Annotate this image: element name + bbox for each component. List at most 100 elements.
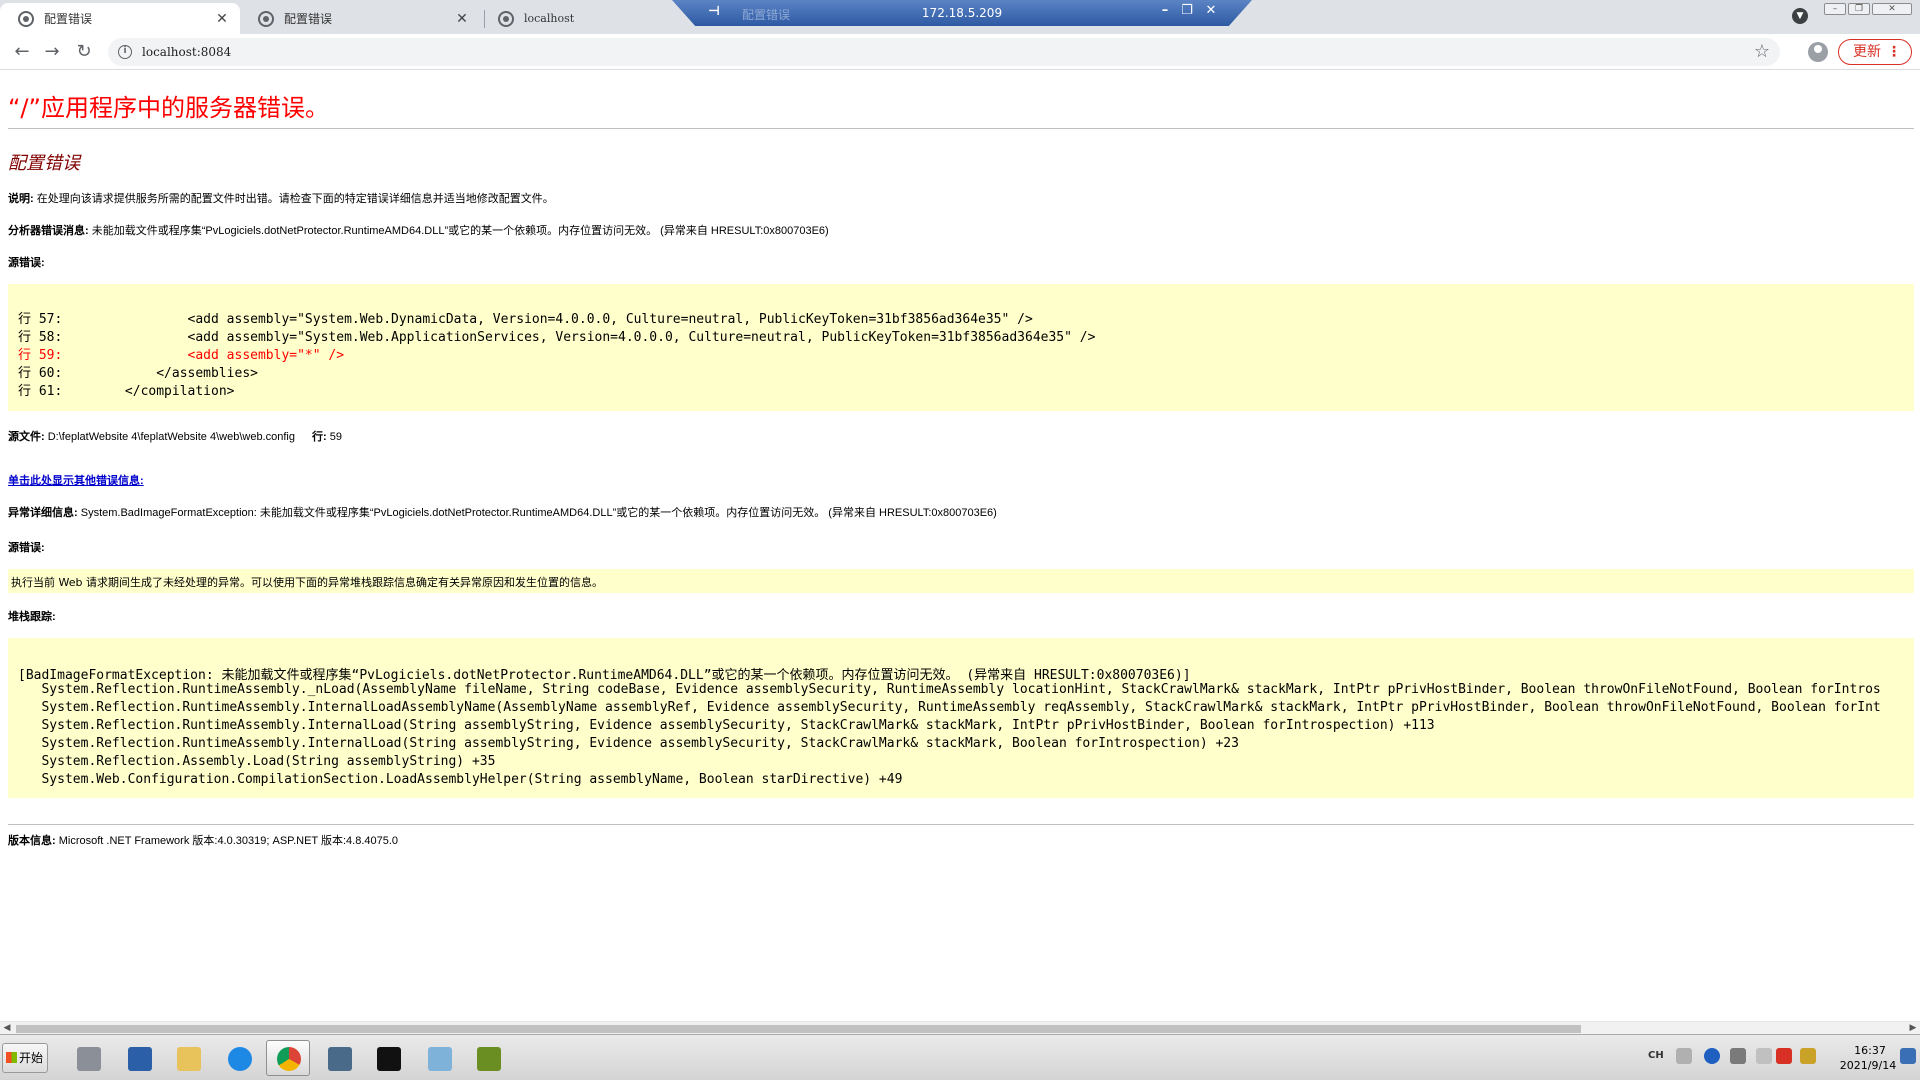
help-icon[interactable] [1704,1048,1720,1064]
line-number: 59 [329,431,343,443]
info-icon[interactable]: i [118,45,132,59]
input-language-indicator[interactable]: CH [1648,1050,1664,1061]
app-window-icon [328,1047,352,1071]
forward-icon[interactable]: → [40,40,64,64]
address-bar[interactable]: i localhost:8084 ☆ [108,38,1780,66]
exception-details-row: 异常详细信息: System.BadImageFormatException: … [8,504,997,520]
tab-search-icon[interactable]: ▼ [1792,8,1808,24]
taskbar-app[interactable] [317,1040,361,1076]
clock-time[interactable]: 16:37 [1840,1044,1900,1057]
tab-strip: 配置错误 ✕ 配置错误 ✕ localhost ⊣ 配置错误 172.18.5.… [0,0,1920,34]
stack-line: System.Reflection.RuntimeAssembly.Intern… [18,718,1435,733]
stack-trace-block: [BadImageFormatException: 未能加载文件或程序集“PvL… [8,638,1914,798]
menu-dots-icon: ⋮ [1887,44,1901,60]
restore-icon[interactable]: ❐ [1178,3,1196,18]
code-line: 行 57: <add assembly="System.Web.DynamicD… [18,312,1033,327]
tray-tool-icon[interactable] [1730,1048,1746,1064]
taskbar-app[interactable] [466,1040,510,1076]
divider [8,128,1914,129]
parser-message-row: 分析器错误消息: 未能加载文件或程序集“PvLogiciels.dotNetPr… [8,222,829,238]
stack-trace-label: 堆栈跟踪: [8,611,56,623]
taskbar-app[interactable] [217,1040,261,1076]
parser-message-text: 未能加载文件或程序集“PvLogiciels.dotNetProtector.R… [91,225,829,237]
taskbar-app[interactable] [66,1040,110,1076]
unhandled-exception-block: 执行当前 Web 请求期间生成了未经处理的异常。可以使用下面的异常堆栈跟踪信息确… [8,569,1914,593]
globe-icon [18,10,34,27]
version-info-label: 版本信息: [8,835,56,847]
address-url[interactable]: localhost:8084 [142,45,231,59]
reload-icon[interactable]: ↻ [72,40,96,64]
description-row: 说明: 在处理向该请求提供服务所需的配置文件时出错。请检查下面的特定错误详细信息… [8,190,554,206]
close-icon[interactable]: ✕ [1202,3,1220,18]
taskbar-app[interactable] [366,1040,410,1076]
stack-line: System.Reflection.Assembly.Load(String a… [18,754,496,769]
close-icon[interactable]: ✕ [454,11,470,27]
tab-title: 配置错误 [44,12,93,26]
code-line: 行 58: <add assembly="System.Web.Applicat… [18,330,1096,345]
chrome-icon [277,1047,301,1071]
stack-line: System.Reflection.RuntimeAssembly._nLoad… [18,682,1881,697]
command-prompt-icon [377,1047,401,1071]
windows-logo-icon [6,1052,17,1063]
parser-message-label: 分析器错误消息: [8,225,89,237]
network-app-icon [477,1047,501,1071]
tab-title: localhost [524,12,575,25]
scrollbar-thumb[interactable] [16,1025,1581,1033]
notepad-icon [428,1047,452,1071]
close-icon[interactable]: ✕ [214,11,230,27]
taskbar-app[interactable] [117,1040,161,1076]
browser-toolbar: ← → ↻ i localhost:8084 ☆ 更新 ⋮ [0,34,1920,70]
source-code-block: 行 57: <add assembly="System.Web.DynamicD… [8,284,1914,411]
globe-icon [498,10,514,27]
window-minimize-icon[interactable]: – [1824,3,1846,15]
divider [8,824,1914,825]
description-text: 在处理向该请求提供服务所需的配置文件时出错。请检查下面的特定错误详细信息并适当地… [36,193,554,205]
code-line: 行 61: </compilation> [18,384,235,399]
error-page: “/”应用程序中的服务器错误。 配置错误 说明: 在处理向该请求提供服务所需的配… [0,71,1920,1021]
show-more-error-link[interactable]: 单击此处显示其他错误信息: [8,472,144,488]
volume-icon[interactable] [1800,1048,1816,1064]
keyboard-icon[interactable] [1676,1048,1692,1064]
show-desktop-icon[interactable] [1900,1048,1916,1064]
globe-icon [258,10,274,27]
start-button[interactable]: 开始 [2,1043,48,1073]
window-close-icon[interactable]: ✕ [1872,3,1912,15]
exception-details-text: System.BadImageFormatException: 未能加载文件或程… [80,507,997,519]
browser-blue-icon [228,1047,252,1071]
horizontal-scrollbar[interactable]: ◀ ▶ [0,1021,1920,1034]
back-icon[interactable]: ← [10,40,34,64]
taskbar-app[interactable] [166,1040,210,1076]
minimize-icon[interactable]: – [1156,3,1174,18]
profile-avatar-icon[interactable] [1808,42,1828,62]
update-button[interactable]: 更新 ⋮ [1838,39,1912,65]
tab-config-error-2[interactable]: 配置错误 ✕ [240,3,480,34]
clock-date[interactable]: 2021/9/14 [1832,1059,1904,1072]
network-error-icon[interactable] [1776,1048,1792,1064]
exception-details-label: 异常详细信息: [8,507,78,519]
update-label: 更新 [1853,44,1881,60]
error-heading: 配置错误 [8,153,80,174]
show-hidden-icons-icon[interactable] [1756,1048,1772,1064]
code-line: 行 60: </assemblies> [18,366,258,381]
code-line-highlighted: 行 59: <add assembly="*" /> [18,348,345,363]
powershell-icon [128,1047,152,1071]
stack-line: [BadImageFormatException: 未能加载文件或程序集“PvL… [18,668,1191,683]
server-manager-icon [77,1047,101,1071]
bookmark-star-icon[interactable]: ☆ [1754,41,1770,62]
stack-line: System.Web.Configuration.CompilationSect… [18,772,903,787]
source-file-label: 源文件: [8,431,45,443]
window-restore-icon[interactable]: ❐ [1848,3,1870,15]
page-title: “/”应用程序中的服务器错误。 [8,94,329,122]
description-label: 说明: [8,193,34,205]
version-info-text: Microsoft .NET Framework 版本:4.0.30319; A… [58,835,399,847]
taskbar-app-active[interactable] [266,1040,310,1076]
file-explorer-icon [177,1047,201,1071]
source-error-label-2: 源错误: [8,542,45,554]
start-label: 开始 [19,1051,44,1065]
tab-config-error-1[interactable]: 配置错误 ✕ [0,3,240,34]
unhandled-exception-text: 执行当前 Web 请求期间生成了未经处理的异常。可以使用下面的异常堆栈跟踪信息确… [11,576,603,589]
source-file-path: D:\feplatWebsite 4\feplatWebsite 4\web\w… [47,431,295,443]
version-info-row: 版本信息: Microsoft .NET Framework 版本:4.0.30… [8,832,398,848]
source-file-row: 源文件: D:\feplatWebsite 4\feplatWebsite 4\… [8,428,342,444]
taskbar-app[interactable] [417,1040,461,1076]
